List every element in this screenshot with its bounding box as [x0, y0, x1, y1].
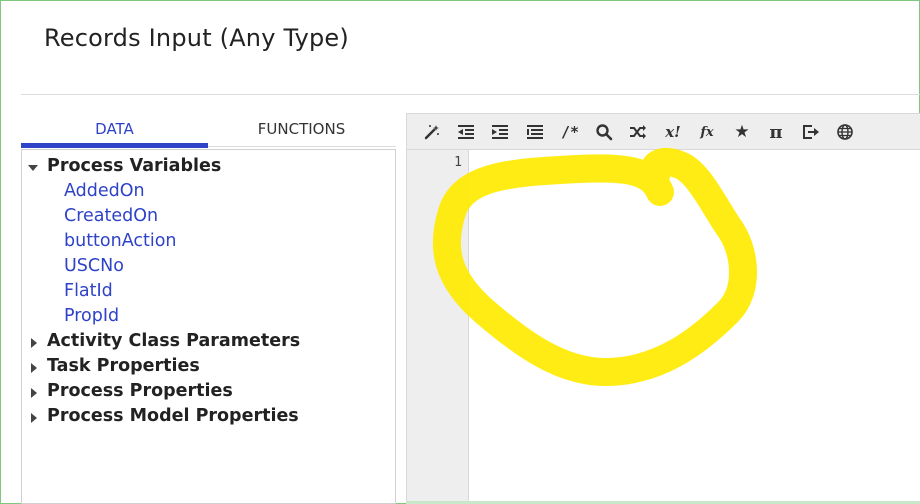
- list-icon[interactable]: [524, 121, 546, 143]
- tree-leaf-buttonaction[interactable]: buttonAction: [64, 231, 177, 256]
- tree-leaf-uscno[interactable]: USCNo: [64, 256, 124, 281]
- export-icon[interactable]: [800, 121, 822, 143]
- active-tab-indicator: [21, 143, 208, 148]
- tree-node-process-variables[interactable]: Process Variables: [22, 156, 322, 181]
- search-icon[interactable]: [593, 121, 615, 143]
- tree-leaf-flatid[interactable]: FlatId: [64, 281, 113, 306]
- chevron-right-icon[interactable]: [31, 413, 37, 423]
- data-tree: Process Variables AddedOn CreatedOn butt…: [21, 149, 396, 504]
- page-title: Records Input (Any Type): [44, 24, 349, 52]
- code-input-area[interactable]: [469, 150, 920, 504]
- pi-icon[interactable]: π: [765, 121, 787, 143]
- tree-node-task-properties[interactable]: Task Properties: [22, 356, 342, 381]
- star-icon[interactable]: ★: [731, 121, 753, 143]
- tree-node-label: Activity Class Parameters: [47, 331, 301, 351]
- globe-icon[interactable]: [834, 121, 856, 143]
- title-divider: [21, 94, 920, 95]
- tree-node-process-model-properties[interactable]: Process Model Properties: [22, 406, 342, 431]
- tree-node-label: Task Properties: [47, 356, 200, 376]
- tree-leaf-propid[interactable]: PropId: [64, 306, 119, 331]
- tree-leaf-createdon[interactable]: CreatedOn: [64, 206, 158, 231]
- tree-node-activity-class-parameters[interactable]: Activity Class Parameters: [22, 331, 342, 356]
- tree-leaf-addedon[interactable]: AddedOn: [64, 181, 145, 206]
- chevron-right-icon[interactable]: [31, 363, 37, 373]
- editor-toolbar: /* x! fx ★ π: [407, 114, 920, 150]
- tab-functions[interactable]: FUNCTIONS: [208, 113, 395, 149]
- magic-wand-icon[interactable]: [421, 121, 443, 143]
- function-icon[interactable]: fx: [696, 121, 718, 143]
- tree-node-label: Process Properties: [47, 381, 233, 401]
- line-number: 1: [454, 155, 462, 170]
- chevron-right-icon[interactable]: [31, 388, 37, 398]
- tab-bar: DATA FUNCTIONS: [21, 113, 396, 149]
- comment-icon[interactable]: /*: [559, 121, 581, 143]
- chevron-right-icon[interactable]: [31, 338, 37, 348]
- chevron-down-icon[interactable]: [28, 165, 38, 171]
- expression-editor: /* x! fx ★ π 1: [406, 113, 920, 504]
- tree-node-process-properties[interactable]: Process Properties: [22, 381, 342, 406]
- shuffle-icon[interactable]: [627, 121, 649, 143]
- tree-node-label: Process Variables: [47, 156, 222, 176]
- tree-node-label: Process Model Properties: [47, 406, 299, 426]
- tab-divider: [208, 146, 396, 147]
- outdent-icon[interactable]: [455, 121, 477, 143]
- indent-icon[interactable]: [489, 121, 511, 143]
- variable-icon[interactable]: x!: [662, 121, 684, 143]
- line-number-gutter: 1: [407, 150, 469, 504]
